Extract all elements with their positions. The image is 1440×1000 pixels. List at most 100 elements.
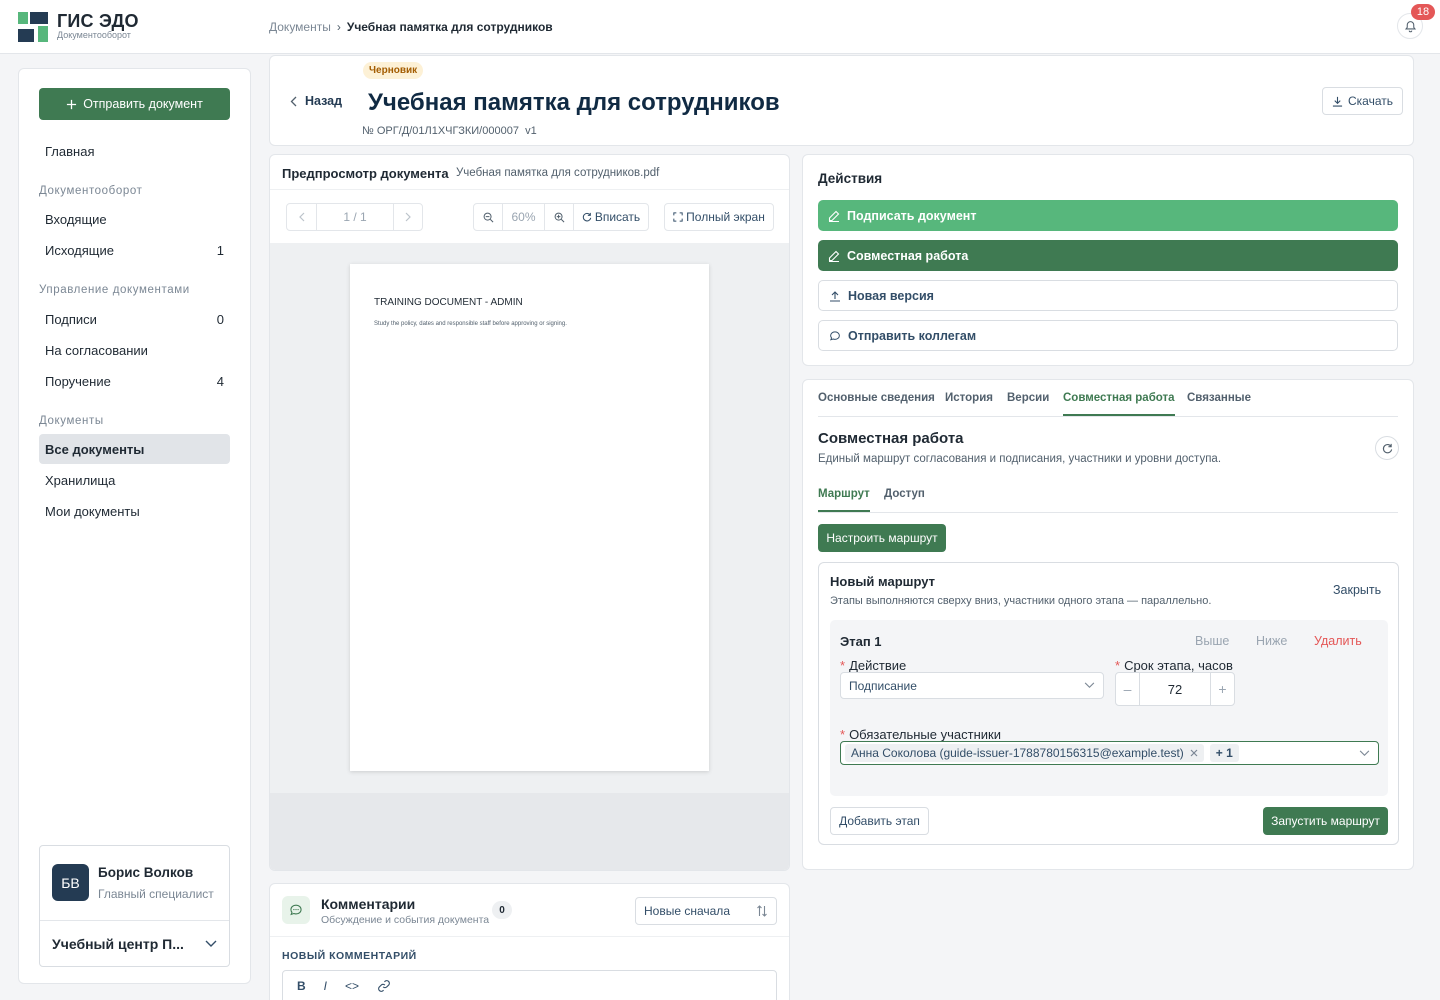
participants-label-text: Обязательные участники (849, 727, 1001, 742)
sidebar-item-my-documents[interactable]: Мои документы (39, 496, 230, 526)
sidebar-item-label: Мои документы (45, 503, 140, 519)
chevron-down-icon (205, 940, 217, 947)
breadcrumb: Документы › Учебная памятка для сотруднико… (269, 20, 553, 34)
increment-button[interactable]: + (1210, 673, 1234, 705)
send-to-colleagues-button[interactable]: Отправить коллегам (818, 320, 1398, 351)
sidebar-item-all-documents[interactable]: Все документы (39, 434, 230, 464)
fit-button[interactable]: Вписать (574, 204, 648, 230)
page-navigator: 1 / 1 (286, 203, 423, 231)
divider (270, 189, 789, 190)
plus-icon (67, 99, 77, 109)
page-heading: TRAINING DOCUMENT - ADMIN (374, 297, 523, 308)
subtab-route[interactable]: Маршрут (818, 488, 870, 512)
close-route-button[interactable]: Закрыть (1333, 583, 1381, 597)
fullscreen-button[interactable]: Полный экран (664, 203, 774, 231)
more-participants-chip: + 1 (1209, 744, 1239, 762)
comment-editor[interactable]: B I <> (282, 970, 777, 1000)
sidebar-item-outgoing[interactable]: Исходящие 1 (39, 235, 230, 265)
participants-select[interactable]: Анна Соколова (guide-issuer-178878015631… (840, 741, 1379, 765)
refresh-icon (1382, 443, 1392, 453)
sidebar-item-storages[interactable]: Хранилища (39, 465, 230, 495)
breadcrumb-root[interactable]: Документы (269, 20, 331, 34)
setup-route-button[interactable]: Настроить маршрут (818, 524, 946, 552)
subtab-access[interactable]: Доступ (884, 488, 925, 510)
sidebar-item-home[interactable]: Главная (39, 136, 230, 166)
collaboration-label: Совместная работа (847, 248, 969, 263)
refresh-button[interactable] (1375, 436, 1399, 460)
term-label-text: Срок этапа, часов (1124, 658, 1233, 673)
tab-collaboration[interactable]: Совместная работа (1063, 392, 1175, 416)
new-version-button[interactable]: Новая версия (818, 280, 1398, 311)
zoom-in-button[interactable] (545, 204, 574, 230)
bell-icon (1404, 20, 1416, 32)
sidebar-item-approval[interactable]: На согласовании (39, 335, 230, 365)
term-input[interactable]: 72 (1140, 673, 1210, 705)
top-bar: ГИС ЭДО Документооборот Документы › Учебна… (0, 0, 1440, 54)
sidebar-item-incoming[interactable]: Входящие (39, 204, 230, 234)
download-button[interactable]: Скачать (1322, 87, 1403, 115)
section-subtitle: Единый маршрут согласования и подписания… (818, 453, 1222, 465)
sidebar-group-title: Документы (39, 415, 104, 427)
document-page: TRAINING DOCUMENT - ADMIN Study the poli… (350, 264, 709, 771)
sidebar-item-signatures[interactable]: Подписи 0 (39, 304, 230, 334)
avatar[interactable]: БВ (52, 864, 89, 901)
status-badge: Черновик (363, 62, 424, 79)
section-title: Совместная работа (818, 430, 964, 447)
close-icon[interactable] (1190, 749, 1198, 757)
org-name: Учебный центр П... (52, 935, 184, 952)
stage-delete-button[interactable]: Удалить (1314, 634, 1362, 648)
sidebar-item-label: Главная (45, 143, 95, 159)
breadcrumb-current: Учебная памятка для сотрудников (346, 20, 553, 34)
decrement-button[interactable]: – (1116, 673, 1140, 705)
link-icon[interactable] (377, 979, 391, 993)
tab-bar: Основные сведения История Версии Совмест… (818, 380, 1398, 417)
page-indicator[interactable]: 1 / 1 (317, 204, 394, 230)
prev-page-button[interactable] (287, 204, 317, 230)
user-role: Главный специалист (98, 887, 214, 901)
zoom-out-icon (483, 212, 493, 222)
sidebar-item-count: 4 (216, 373, 224, 389)
document-number: № ОРГ/Д/01Л1ХЧГЗКИ/000007 v1 (362, 125, 537, 137)
sidebar-item-label: Поручение (45, 373, 111, 389)
user-name: Борис Волков (98, 865, 194, 880)
zoom-out-button[interactable] (474, 204, 503, 230)
new-version-label: Новая версия (848, 288, 934, 303)
stage-up-button[interactable]: Выше (1195, 634, 1229, 648)
fit-label: Вписать (594, 210, 641, 224)
send-document-button[interactable]: Отправить документ (39, 88, 230, 120)
sidebar-item-count: 0 (216, 311, 224, 327)
sidebar-item-assignments[interactable]: Поручение 4 (39, 366, 230, 396)
stage-down-button[interactable]: Ниже (1256, 634, 1287, 648)
app-logo (18, 12, 48, 42)
sidebar-group-title: Документооборот (39, 185, 143, 197)
tab-versions[interactable]: Версии (1007, 392, 1049, 414)
route-subtitle: Этапы выполняются сверху вниз, участники… (830, 595, 1212, 607)
launch-route-button[interactable]: Запустить маршрут (1263, 807, 1388, 835)
code-button[interactable]: <> (345, 979, 359, 993)
comments-sort-select[interactable]: Новые сначала (635, 897, 777, 925)
sidebar-item-label: Хранилища (45, 472, 116, 488)
pen-icon (828, 250, 840, 262)
tab-history[interactable]: История (945, 392, 993, 414)
term-stepper: – 72 + (1115, 672, 1235, 706)
add-stage-button[interactable]: Добавить этап (830, 807, 929, 835)
required-mark: * (1115, 658, 1121, 673)
participants-field-label: * Обязательные участники (840, 727, 1001, 742)
back-button[interactable]: Назад (290, 94, 342, 108)
sidebar-item-count: 1 (216, 242, 224, 258)
bold-button[interactable]: B (297, 979, 306, 993)
fullscreen-icon (673, 212, 683, 222)
subtab-bar: Маршрут Доступ (818, 484, 1398, 513)
sign-document-button[interactable]: Подписать документ (818, 200, 1398, 231)
italic-button[interactable]: I (324, 979, 327, 993)
action-field-label: * Действие (840, 658, 906, 673)
next-page-button[interactable] (394, 204, 422, 230)
action-select[interactable]: Подписание (840, 672, 1104, 699)
tab-main-info[interactable]: Основные сведения (818, 392, 935, 414)
new-comment-label: НОВЫЙ КОММЕНТАРИЙ (282, 950, 417, 962)
new-route-panel: Новый маршрут Этапы выполняются сверху в… (818, 562, 1399, 845)
tab-related[interactable]: Связанные (1187, 392, 1251, 414)
preview-title: Предпросмотр документа (282, 166, 449, 181)
org-selector[interactable]: Учебный центр П... (40, 920, 229, 966)
collaboration-button[interactable]: Совместная работа (818, 240, 1398, 271)
